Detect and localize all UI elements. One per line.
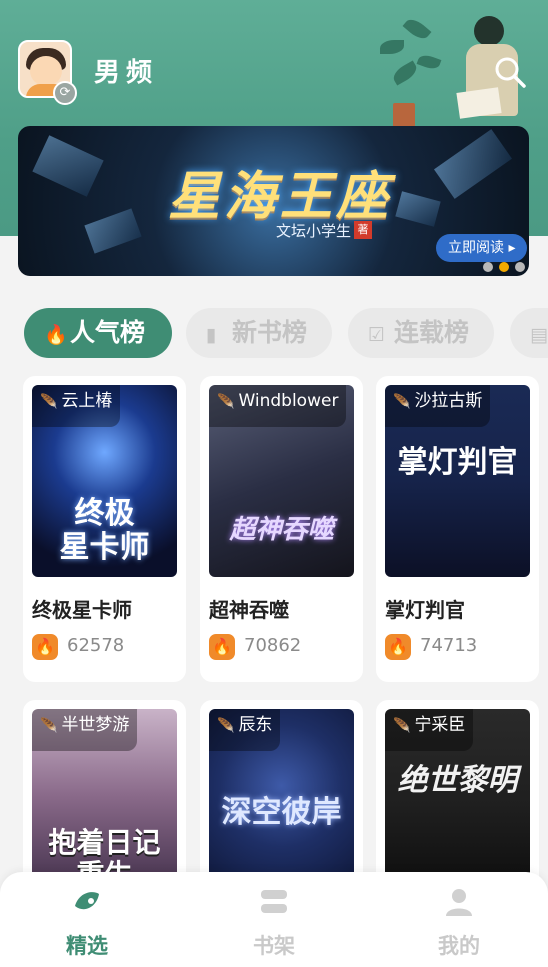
book-card[interactable]: 绝世黎明 🪶 宁采臣 — [376, 700, 539, 901]
feather-icon: 🪶 — [40, 394, 58, 410]
bottom-navigation: 精选 书架 我的 — [0, 872, 548, 967]
nav-label: 精选 — [66, 934, 108, 958]
nav-label: 我的 — [438, 934, 480, 958]
tab-new-books[interactable]: ▮ 新书榜 — [186, 308, 332, 358]
nav-label: 书架 — [253, 934, 295, 958]
book-card[interactable]: 掌灯判官 🪶 沙拉古斯 掌灯判官 🔥 74713 — [376, 376, 539, 682]
author-chip: 🪶 辰东 — [209, 709, 281, 751]
book-author: 辰东 — [238, 715, 273, 735]
plant-leaf-decoration — [402, 15, 432, 43]
cover-title-art: 终极 星卡师 — [59, 496, 150, 565]
tab-serialized[interactable]: ☑ 连载榜 — [348, 308, 494, 358]
feather-icon: 🪶 — [393, 718, 411, 734]
carousel-dot-active — [499, 262, 509, 272]
book-cover: 终极 星卡师 🪶 云上椿 — [32, 385, 177, 577]
book-card[interactable]: 终极 星卡师 🪶 云上椿 终极星卡师 🔥 62578 — [23, 376, 186, 682]
nav-profile[interactable]: 我的 — [399, 872, 519, 967]
book-icon: ▮ — [206, 324, 217, 346]
author-chip: 🪶 半世梦游 — [32, 709, 138, 751]
popularity-count: 70862 — [244, 635, 302, 656]
carousel-dot — [483, 262, 493, 272]
book-author: Windblower — [238, 391, 339, 411]
channel-title[interactable]: 男频 — [94, 52, 158, 89]
plant-leaf-decoration — [390, 60, 420, 86]
plant-leaf-decoration — [416, 52, 442, 72]
author-chip: 🪶 云上椿 — [32, 385, 121, 427]
tab-label: 连载榜 — [394, 318, 470, 347]
tab-more[interactable]: ▤ — [510, 308, 548, 358]
cover-title-art: 深空彼岸 — [221, 795, 342, 830]
book-card[interactable]: 深空彼岸 🪶 辰东 — [200, 700, 363, 901]
cover-title-art: 超神吞噬 — [229, 515, 334, 545]
carousel-dot — [515, 262, 525, 272]
cover-title-art: 绝世黎明 — [397, 763, 518, 798]
book-cover: 掌灯判官 🪶 沙拉古斯 — [385, 385, 530, 577]
promo-banner[interactable]: 星海王座 文坛小学生 著 立即阅读 ▸ — [18, 126, 529, 276]
popularity-count: 74713 — [420, 635, 478, 656]
profile-icon — [446, 889, 472, 916]
author-chip: 🪶 Windblower — [209, 385, 347, 427]
book-author: 云上椿 — [61, 391, 113, 411]
featured-icon — [75, 892, 99, 910]
tab-label: 人气榜 — [70, 318, 146, 347]
nav-featured[interactable]: 精选 — [27, 872, 147, 967]
document-icon: ▤ — [530, 324, 548, 346]
bookshelf-icon — [261, 890, 287, 913]
plant-leaf-decoration — [380, 40, 404, 54]
feather-icon: 🪶 — [40, 718, 58, 734]
banner-author-badge: 著 — [354, 221, 372, 239]
check-icon: ☑ — [368, 324, 386, 346]
author-chip: 🪶 沙拉古斯 — [385, 385, 491, 427]
fire-icon: 🔥 — [44, 324, 68, 346]
tab-popular[interactable]: 🔥人气榜 — [24, 308, 172, 358]
popularity-count: 62578 — [67, 635, 125, 656]
book-author: 沙拉古斯 — [414, 391, 483, 411]
feather-icon: 🪶 — [393, 394, 411, 410]
book-title: 超神吞噬 — [209, 598, 289, 622]
book-author: 半世梦游 — [61, 715, 130, 735]
banner-title: 星海王座 — [168, 166, 393, 227]
banner-author: 文坛小学生 — [276, 222, 352, 240]
refresh-icon[interactable]: ⟳ — [53, 81, 77, 105]
fire-icon: 🔥 — [32, 634, 58, 660]
fire-icon: 🔥 — [385, 634, 411, 660]
ranking-tabs: 🔥人气榜 ▮ 新书榜 ☑ 连载榜 ▤ — [24, 308, 548, 360]
book-author: 宁采臣 — [414, 715, 466, 735]
book-card[interactable]: 超神吞噬 🪶 Windblower 超神吞噬 🔥 70862 — [200, 376, 363, 682]
feather-icon: 🪶 — [217, 394, 235, 410]
fire-icon: 🔥 — [209, 634, 235, 660]
book-title: 终极星卡师 — [32, 598, 132, 622]
read-now-button[interactable]: 立即阅读 ▸ — [436, 234, 528, 262]
feather-icon: 🪶 — [217, 718, 235, 734]
nav-bookshelf[interactable]: 书架 — [214, 872, 334, 967]
author-chip: 🪶 宁采臣 — [385, 709, 474, 751]
book-title: 掌灯判官 — [385, 598, 465, 622]
carousel-indicator — [483, 262, 525, 272]
search-icon[interactable] — [494, 56, 526, 88]
book-card[interactable]: 抱着日记 重生 🪶半世梦游 — [23, 700, 186, 901]
cover-title-art: 掌灯判官 — [397, 445, 518, 480]
tab-label: 新书榜 — [232, 318, 308, 347]
book-cover: 超神吞噬 🪶 Windblower — [209, 385, 354, 577]
